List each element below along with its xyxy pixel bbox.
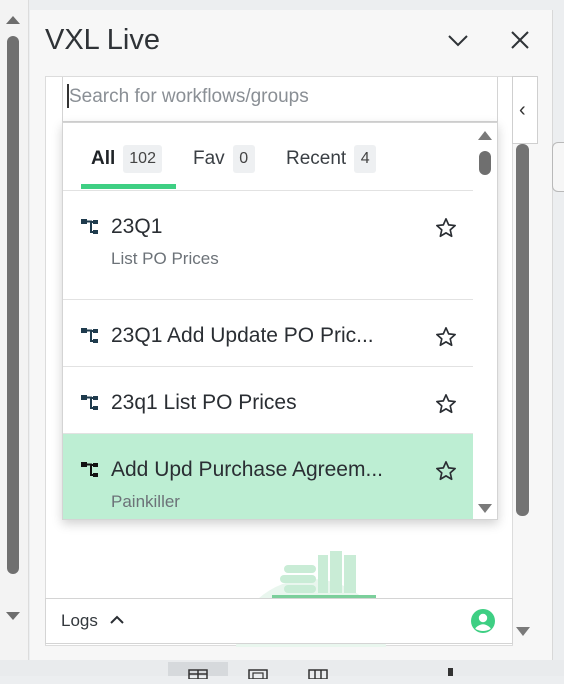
workflow-icon [81,395,98,410]
collapse-button[interactable]: ‹ [512,76,538,144]
scroll-down-arrow-icon[interactable] [516,627,530,636]
content-area: All 102 Fav 0 Recent 4 23Q1 List PO Prices [45,76,513,647]
chevron-up-icon[interactable] [108,611,126,629]
scroll-down-arrow-icon[interactable] [6,612,20,620]
tab-label: Fav [193,148,225,169]
tab-fav[interactable]: Fav 0 [193,145,255,185]
logs-label: Logs [61,611,98,630]
item-name: 23Q1 Add Update PO Pric... [111,324,374,347]
table-view-icon[interactable] [308,666,328,680]
workflow-list: 23Q1 List PO Prices 23Q1 Add Update PO P… [63,191,473,519]
dropdown-scrollbar[interactable] [473,123,497,519]
list-item[interactable]: 23Q1 Add Update PO Pric... [63,300,473,367]
search-input[interactable] [67,81,481,113]
scrollbar-thumb[interactable] [7,36,19,574]
workflow-icon [81,328,98,343]
page-view-icon[interactable] [248,666,268,680]
workflow-icon [81,462,98,477]
panel-scrollbar-thumb[interactable] [516,144,529,516]
edge-tab[interactable] [552,142,564,192]
grid-view-icon[interactable] [188,666,208,680]
tab-label: All [91,148,116,169]
scroll-up-arrow-icon[interactable] [6,16,20,24]
text-caret [67,84,69,108]
item-subtitle: List PO Prices [111,249,219,268]
list-item[interactable]: 23Q1 List PO Prices [63,191,473,300]
outer-scrollbar[interactable] [0,0,29,660]
item-name: 23q1 List PO Prices [111,391,297,414]
active-tab-indicator [81,184,176,189]
chevron-left-icon: ‹ [519,99,526,121]
item-subtitle: Painkiller [111,492,180,511]
scroll-up-arrow-icon[interactable] [478,131,492,140]
item-name: 23Q1 [111,215,163,238]
bottom-toolbar [0,660,564,676]
tab-recent[interactable]: Recent 4 [286,145,377,185]
tab-label: Recent [286,148,347,169]
vxl-live-panel: VXL Live All 102 [30,10,553,660]
search-box[interactable] [62,77,498,122]
item-name: Add Upd Purchase Agreem... [111,458,383,481]
tab-count: 4 [354,145,377,173]
logs-bar[interactable]: Logs [45,598,513,644]
user-icon[interactable] [470,608,496,634]
list-item[interactable]: 23q1 List PO Prices [63,367,473,434]
tab-count: 0 [232,145,255,173]
scrollbar-thumb[interactable] [479,151,491,175]
star-icon[interactable] [435,460,457,482]
scroll-down-arrow-icon[interactable] [478,504,492,513]
tab-bar: All 102 Fav 0 Recent 4 [63,123,473,191]
zoom-slider-handle[interactable] [448,668,453,676]
panel-title: VXL Live [45,24,160,56]
list-item-selected[interactable]: Add Upd Purchase Agreem... Painkiller [63,434,473,519]
chevron-down-icon[interactable] [446,28,470,52]
close-icon[interactable] [508,28,532,52]
tab-count: 102 [123,145,162,173]
star-icon[interactable] [435,326,457,348]
workflow-icon [81,219,98,234]
tab-all[interactable]: All 102 [91,145,162,185]
workflow-dropdown: All 102 Fav 0 Recent 4 23Q1 List PO Prices [62,122,498,520]
star-icon[interactable] [435,393,457,415]
star-icon[interactable] [435,217,457,239]
